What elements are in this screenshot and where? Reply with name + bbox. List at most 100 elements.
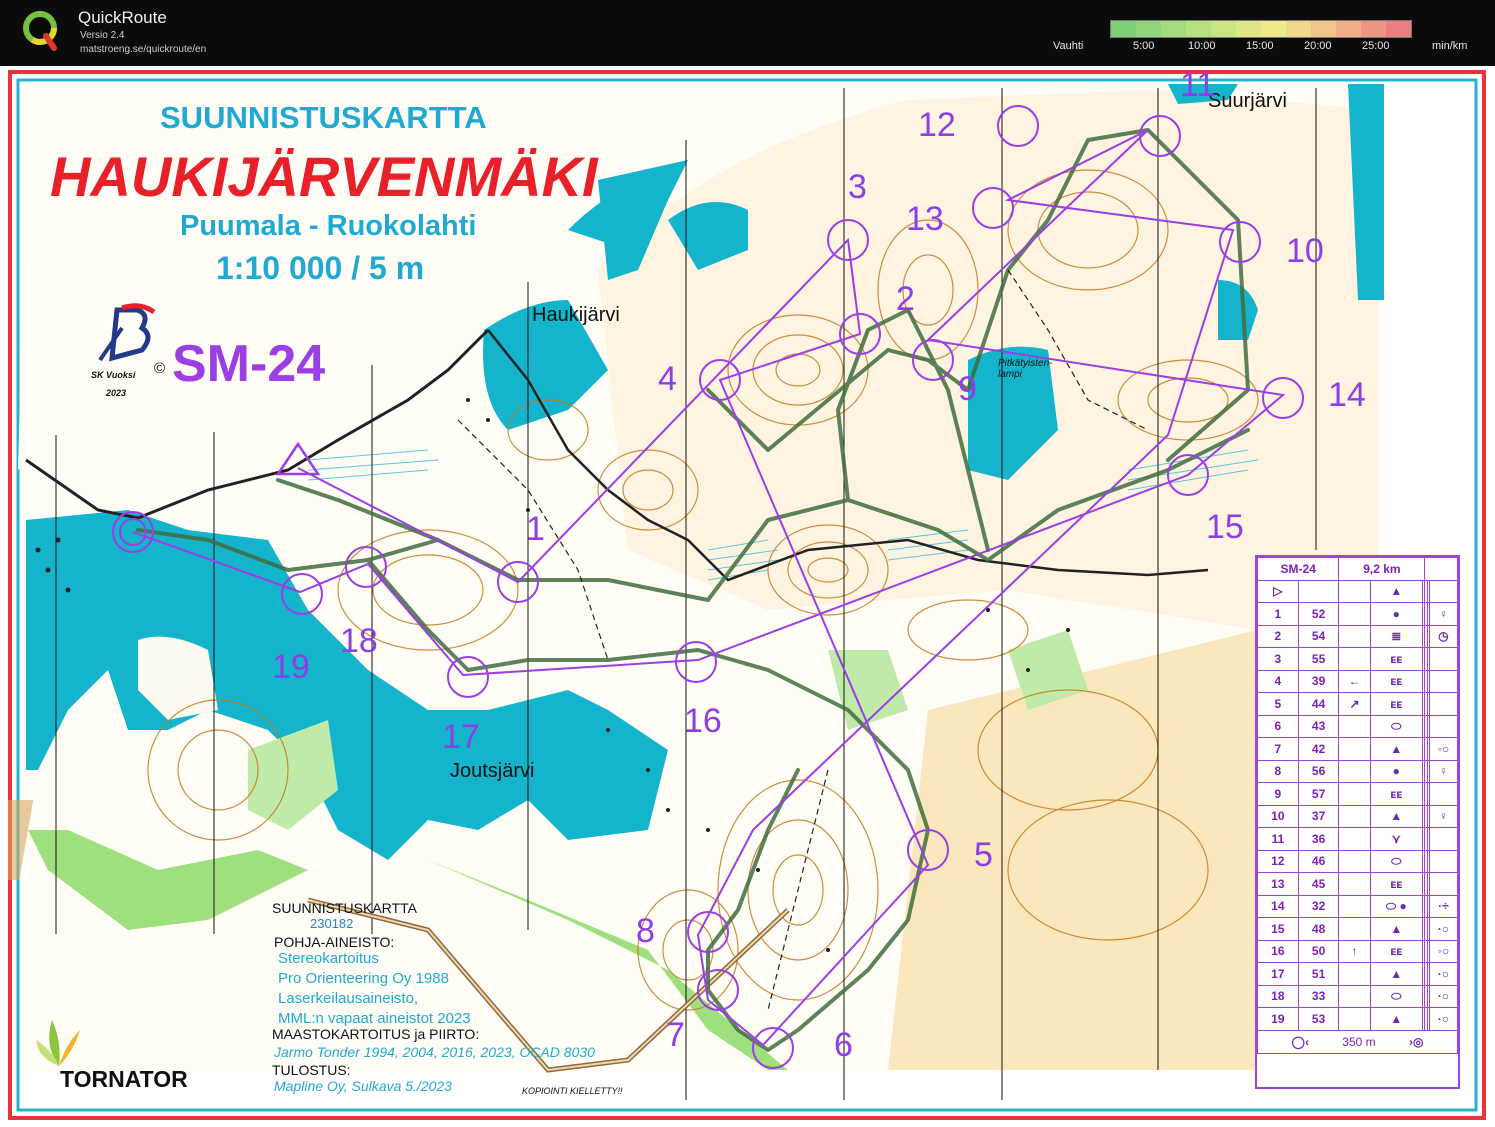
- description-appearance: [1428, 872, 1459, 896]
- description-location: [1338, 782, 1371, 806]
- description-number: 5: [1257, 692, 1299, 716]
- pace-color-scale: [1110, 20, 1412, 38]
- description-row: 13 45 ᴇᴇ: [1257, 872, 1459, 896]
- description-feature: ᴇᴇ: [1369, 782, 1423, 806]
- description-location: ↗: [1338, 692, 1371, 716]
- description-feature: ᴇᴇ: [1369, 647, 1423, 671]
- description-code: 43: [1297, 714, 1340, 738]
- app-url[interactable]: matstroeng.se/quickroute/en: [80, 44, 206, 55]
- description-feature: ᴇᴇ: [1369, 692, 1423, 716]
- description-feature: ⬭: [1369, 849, 1423, 873]
- description-row: 8 56 ● ♀: [1257, 759, 1459, 783]
- description-code: 56: [1297, 759, 1340, 783]
- description-number: 14: [1257, 894, 1299, 918]
- credits-survey-line: Jarmo Tonder 1994, 2004, 2016, 2023, OCA…: [274, 1044, 595, 1060]
- control-number: 10: [1286, 232, 1324, 270]
- pace-color-segment: [1111, 21, 1136, 37]
- map-title: HAUKIJÄRVENMÄKI: [50, 145, 598, 208]
- description-location: [1338, 714, 1371, 738]
- quickroute-logo-icon: [23, 11, 57, 51]
- description-code: 45: [1297, 872, 1340, 896]
- description-number: 9: [1257, 782, 1299, 806]
- pace-color-segment: [1136, 21, 1161, 37]
- description-number: 11: [1257, 827, 1299, 851]
- pace-tick: 25:00: [1362, 40, 1390, 52]
- app-title: QuickRoute: [78, 8, 167, 27]
- credits-heading: SUUNNISTUSKARTTA: [272, 900, 417, 916]
- control-number: 1: [526, 510, 545, 548]
- description-appearance: ◦○: [1428, 939, 1459, 963]
- description-appearance: [1428, 827, 1459, 851]
- sponsor-name: TORNATOR: [60, 1066, 188, 1092]
- control-number: 14: [1328, 376, 1366, 414]
- finish-end-icon: ›◎: [1409, 1034, 1424, 1049]
- description-location: [1338, 827, 1371, 851]
- control-number: 3: [848, 168, 867, 206]
- credits-print-heading: TULOSTUS:: [272, 1062, 351, 1078]
- description-row: 14 32 ⬭ ● ·÷: [1257, 894, 1459, 918]
- lake-label: Haukijärvi: [532, 304, 620, 326]
- map-scale: 1:10 000 / 5 m: [216, 250, 425, 286]
- control-number: 9: [958, 370, 977, 408]
- description-location: [1338, 804, 1371, 828]
- map-header: SUUNNISTUSKARTTA: [160, 100, 487, 135]
- description-number: 3: [1257, 647, 1299, 671]
- course-length: 9,2 km: [1338, 557, 1426, 581]
- description-location: [1338, 984, 1371, 1008]
- description-appearance: [1428, 849, 1459, 873]
- description-code: 42: [1297, 737, 1340, 761]
- description-number: 12: [1257, 849, 1299, 873]
- pace-tick: 5:00: [1133, 40, 1155, 52]
- description-code: 44: [1297, 692, 1340, 716]
- description-location: [1338, 1007, 1371, 1031]
- description-appearance: ♀: [1428, 759, 1459, 783]
- description-feature: ▲: [1369, 917, 1423, 941]
- description-row: 7 42 ▲ ◦○: [1257, 737, 1459, 761]
- club-year: 2023: [106, 388, 127, 398]
- club-name: SK Vuoksi: [91, 370, 136, 380]
- description-location: ←: [1338, 669, 1371, 693]
- description-appearance: ◷: [1428, 624, 1459, 648]
- description-code: 55: [1297, 647, 1340, 671]
- credits-print-line: Mapline Oy, Sulkava 5./2023: [274, 1078, 452, 1094]
- credits-line: Stereokartoitus: [278, 950, 379, 967]
- credits-survey-heading: MAASTOKARTOITUS ja PIIRTO:: [272, 1026, 480, 1042]
- description-number: 8: [1257, 759, 1299, 783]
- description-number: 2: [1257, 624, 1299, 648]
- description-appearance: ◦○: [1428, 737, 1459, 761]
- lake-label: Joutsjärvi: [450, 760, 535, 782]
- description-number: 10: [1257, 804, 1299, 828]
- pace-color-segment: [1311, 21, 1336, 37]
- credits-line: Pro Orienteering Oy 1988: [278, 970, 449, 987]
- description-row: 2 54 ≣ ◷: [1257, 624, 1459, 648]
- description-feature: ▲: [1369, 962, 1423, 986]
- description-feature: ⬭: [1369, 714, 1423, 738]
- description-number: 13: [1257, 872, 1299, 896]
- description-row: 19 53 ▲ ·○: [1257, 1007, 1459, 1031]
- control-number: 11: [1180, 66, 1216, 104]
- description-row: 3 55 ᴇᴇ: [1257, 647, 1459, 671]
- description-code: 50: [1297, 939, 1340, 963]
- description-feature: ▲: [1369, 804, 1423, 828]
- description-code: 52: [1297, 602, 1340, 626]
- finish-distance: 350 m: [1342, 1034, 1376, 1049]
- description-code: 36: [1297, 827, 1340, 851]
- control-number: 15: [1206, 508, 1244, 546]
- control-number: 6: [834, 1026, 853, 1064]
- description-feature: ⬭ ●: [1369, 894, 1423, 918]
- description-feature: ᴇᴇ: [1369, 669, 1423, 693]
- description-feature: ≣: [1369, 624, 1423, 648]
- description-number: 16: [1257, 939, 1299, 963]
- description-location: ↑: [1338, 939, 1371, 963]
- description-number: 19: [1257, 1007, 1299, 1031]
- control-number: 17: [442, 718, 480, 756]
- description-location: [1338, 962, 1371, 986]
- description-row: 6 43 ⬭: [1257, 714, 1459, 738]
- control-number: 19: [272, 648, 310, 686]
- description-number: 18: [1257, 984, 1299, 1008]
- app-version: Versio 2.4: [80, 30, 125, 41]
- description-appearance: ♀: [1428, 602, 1459, 626]
- tornator-leaf-icon: [36, 1020, 80, 1066]
- description-location: [1338, 872, 1371, 896]
- description-location: [1338, 849, 1371, 873]
